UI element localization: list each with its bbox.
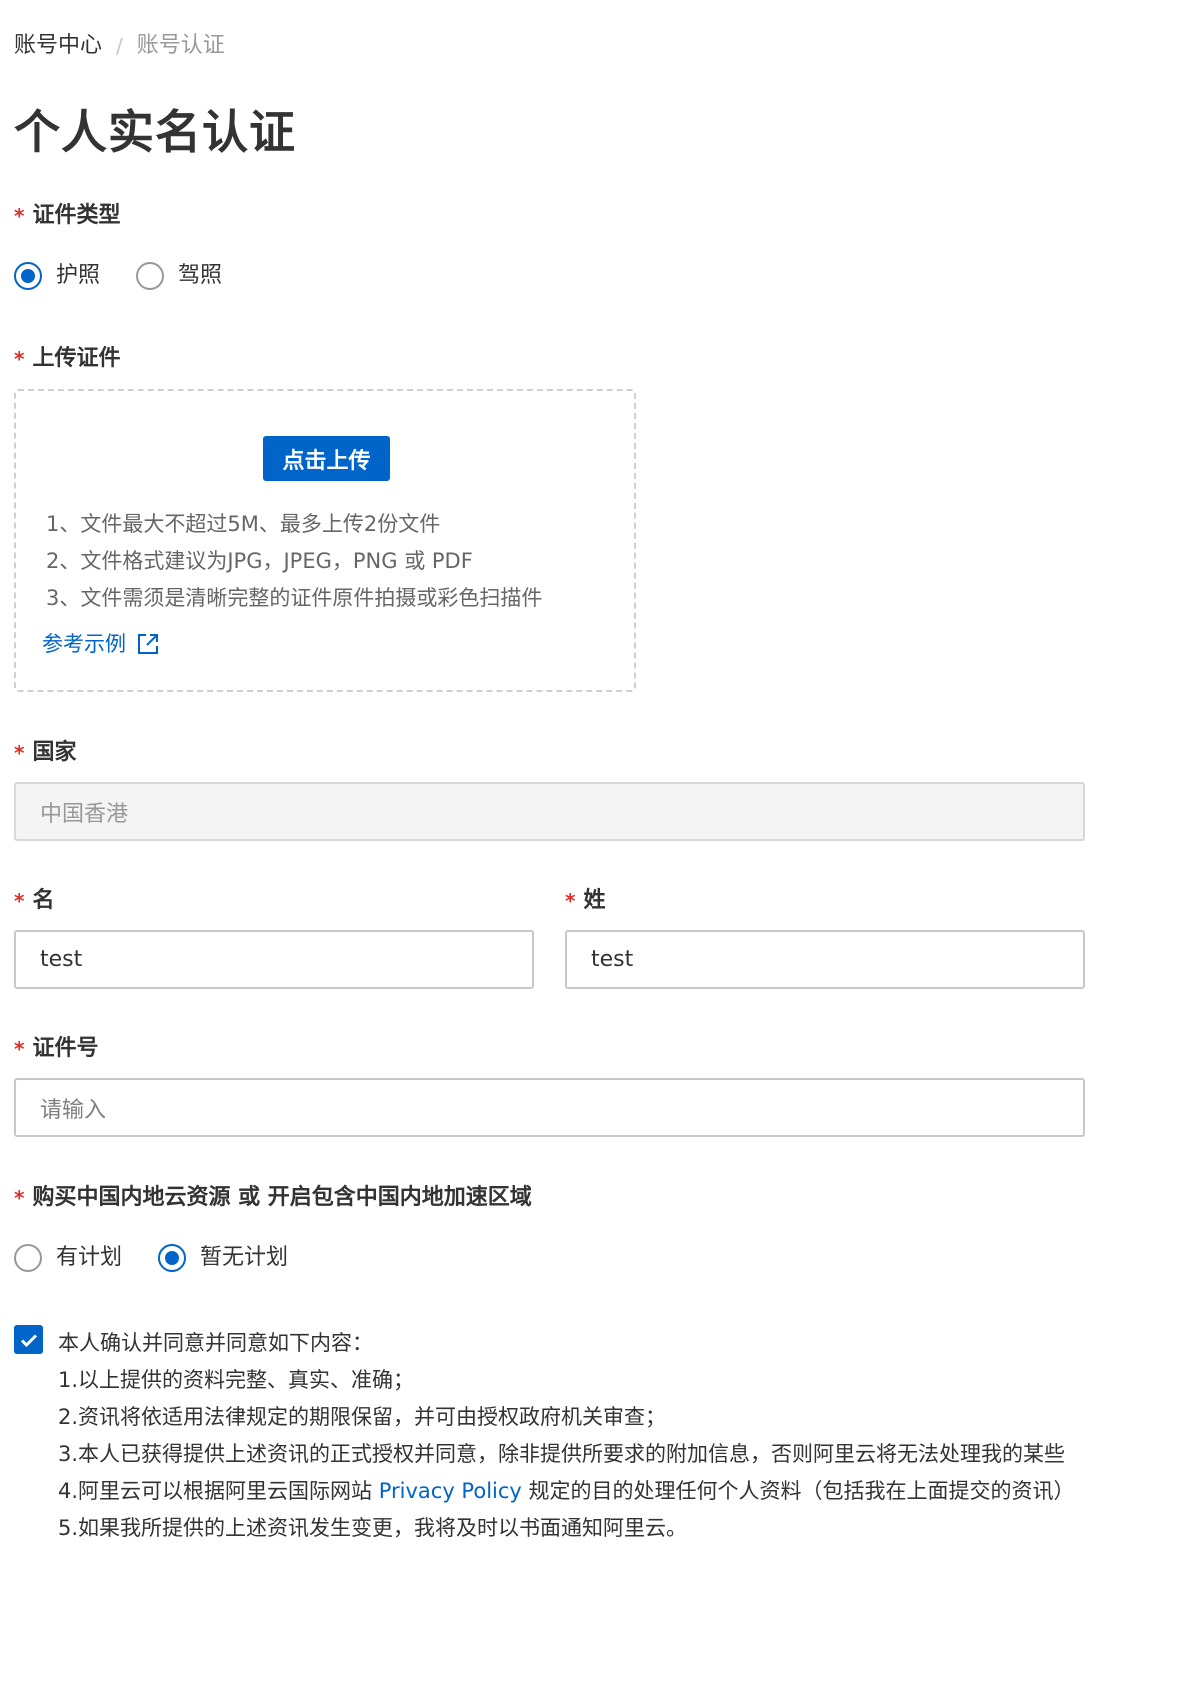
id-number-label-text: 证件号 bbox=[32, 1036, 99, 1061]
mainland-radio-group: 有计划 暂无计划 bbox=[14, 1242, 324, 1274]
doc-type-label-text: 证件类型 bbox=[32, 203, 121, 228]
upload-rule-1: 1、文件最大不超过5M、最多上传2份文件 bbox=[46, 512, 441, 536]
required-mark: * bbox=[565, 889, 576, 913]
reference-example-link[interactable]: 参考示例 bbox=[42, 629, 160, 659]
mainland-label: * 购买中国内地云资源 或 开启包含中国内地加速区域 bbox=[14, 1182, 532, 1214]
agreement-item-3: 3.本人已获得提供上述资讯的正式授权并同意，除非提供所要求的附加信息，否则阿里云… bbox=[58, 1442, 1066, 1466]
agreement-text: 本人确认并同意并同意如下内容： 1.以上提供的资料完整、真实、准确； 2.资讯将… bbox=[58, 1325, 1194, 1547]
agreement-checkbox[interactable] bbox=[14, 1325, 43, 1354]
required-mark: * bbox=[14, 1037, 25, 1061]
radio-no-plan[interactable]: 暂无计划 bbox=[158, 1242, 288, 1274]
breadcrumb-current: 账号认证 bbox=[136, 33, 225, 58]
upload-dropzone[interactable]: 点击上传 1、文件最大不超过5M、最多上传2份文件 2、文件格式建议为JPG，J… bbox=[14, 389, 636, 692]
required-mark: * bbox=[14, 1186, 25, 1210]
breadcrumb: 账号中心 / 账号认证 bbox=[14, 30, 225, 62]
reference-example-text: 参考示例 bbox=[42, 632, 126, 656]
doc-type-label: * 证件类型 bbox=[14, 200, 120, 232]
first-name-value: test bbox=[40, 947, 83, 972]
upload-label: * 上传证件 bbox=[14, 343, 120, 375]
radio-has-plan-label: 有计划 bbox=[56, 1245, 123, 1270]
first-name-label: * 名 bbox=[14, 885, 54, 917]
last-name-input[interactable]: test bbox=[565, 930, 1085, 989]
id-number-placeholder: 请输入 bbox=[40, 1097, 107, 1123]
radio-passport-label: 护照 bbox=[56, 263, 101, 288]
agreement-item-5: 5.如果我所提供的上述资讯发生变更，我将及时以书面通知阿里云。 bbox=[58, 1516, 688, 1540]
breadcrumb-separator: / bbox=[116, 34, 123, 58]
radio-has-plan[interactable]: 有计划 bbox=[14, 1242, 122, 1274]
breadcrumb-account-center[interactable]: 账号中心 bbox=[14, 30, 102, 62]
required-mark: * bbox=[14, 347, 25, 371]
radio-driver-license[interactable]: 驾照 bbox=[136, 260, 222, 292]
radio-driver-license-indicator[interactable] bbox=[136, 262, 165, 290]
external-link-icon bbox=[138, 634, 158, 654]
agreement-item-4: 4.阿里云可以根据阿里云国际网站 Privacy Policy 规定的目的处理任… bbox=[58, 1473, 1194, 1510]
id-number-input[interactable]: 请输入 bbox=[14, 1078, 1085, 1137]
agreement-intro: 本人确认并同意并同意如下内容： bbox=[58, 1331, 373, 1355]
mainland-label-text: 购买中国内地云资源 或 开启包含中国内地加速区域 bbox=[32, 1185, 532, 1210]
radio-passport-indicator[interactable] bbox=[14, 262, 42, 290]
id-number-label: * 证件号 bbox=[14, 1033, 98, 1065]
agreement-item-4-post: 规定的目的处理任何个人资料（包括我在上面提交的资讯） bbox=[521, 1479, 1075, 1503]
first-name-label-text: 名 bbox=[32, 888, 55, 913]
last-name-value: test bbox=[591, 947, 634, 972]
agreement-item-1: 1.以上提供的资料完整、真实、准确； bbox=[58, 1368, 415, 1392]
radio-has-plan-indicator[interactable] bbox=[14, 1244, 42, 1272]
upload-rule-3: 3、文件需须是清晰完整的证件原件拍摄或彩色扫描件 bbox=[46, 586, 543, 610]
country-label-text: 国家 bbox=[32, 740, 77, 765]
page-title: 个人实名认证 bbox=[14, 105, 296, 159]
required-mark: * bbox=[14, 889, 25, 913]
country-label: * 国家 bbox=[14, 737, 76, 769]
country-field: 中国香港 bbox=[14, 782, 1085, 841]
agreement-item-4-pre: 4.阿里云可以根据阿里云国际网站 bbox=[58, 1479, 379, 1503]
required-mark: * bbox=[14, 204, 25, 228]
last-name-label: * 姓 bbox=[565, 885, 605, 917]
upload-button[interactable]: 点击上传 bbox=[263, 436, 390, 481]
privacy-policy-link[interactable]: Privacy Policy bbox=[379, 1479, 522, 1503]
radio-no-plan-label: 暂无计划 bbox=[200, 1245, 289, 1270]
check-icon bbox=[20, 1333, 37, 1347]
radio-driver-license-label: 驾照 bbox=[178, 263, 223, 288]
upload-label-text: 上传证件 bbox=[32, 346, 121, 371]
first-name-input[interactable]: test bbox=[14, 930, 534, 989]
last-name-label-text: 姓 bbox=[583, 888, 606, 913]
required-mark: * bbox=[14, 741, 25, 765]
agreement-item-2: 2.资讯将依适用法律规定的期限保留，并可由授权政府机关审查； bbox=[58, 1405, 667, 1429]
country-value: 中国香港 bbox=[40, 801, 129, 827]
upload-rule-2: 2、文件格式建议为JPG，JPEG，PNG 或 PDF bbox=[46, 549, 473, 573]
radio-no-plan-indicator[interactable] bbox=[158, 1244, 187, 1272]
radio-passport[interactable]: 护照 bbox=[14, 260, 100, 292]
doc-type-radio-group: 护照 驾照 bbox=[14, 260, 258, 292]
